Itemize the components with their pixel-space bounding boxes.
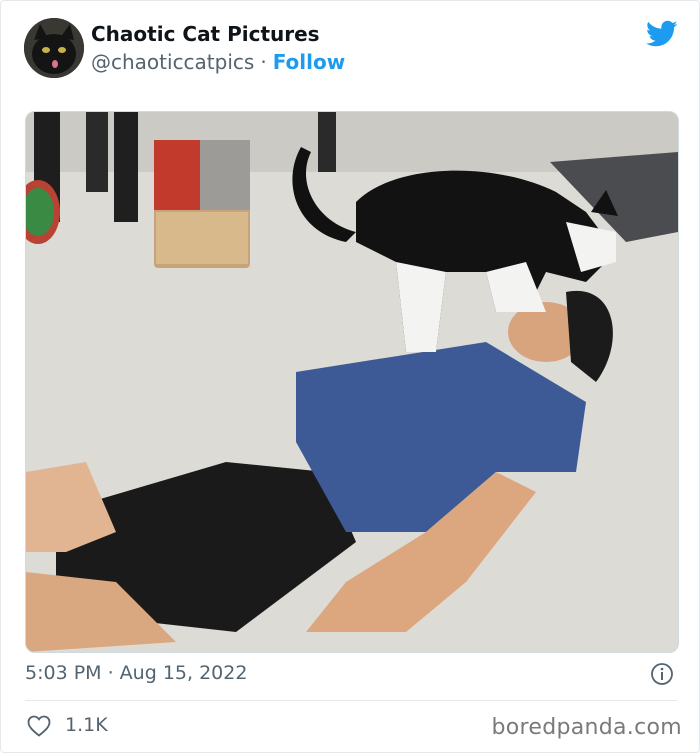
separator-dot: · bbox=[260, 50, 267, 74]
display-name[interactable]: Chaotic Cat Pictures bbox=[91, 22, 320, 46]
heart-icon[interactable] bbox=[27, 715, 51, 737]
handle[interactable]: @chaoticcatpics bbox=[91, 50, 254, 74]
info-icon[interactable] bbox=[650, 662, 674, 686]
follow-button[interactable]: Follow bbox=[273, 50, 346, 74]
avatar[interactable] bbox=[24, 18, 84, 78]
divider bbox=[25, 700, 677, 701]
cat-avatar-image bbox=[24, 18, 84, 78]
source-watermark: boredpanda.com bbox=[491, 715, 682, 740]
tweet-timestamp[interactable]: 5:03 PM · Aug 15, 2022 bbox=[25, 662, 247, 684]
tweet-card: Chaotic Cat Pictures @chaoticcatpics · Fol… bbox=[0, 0, 700, 753]
tweet-photo[interactable] bbox=[25, 111, 679, 653]
like-count[interactable]: 1.1K bbox=[65, 714, 108, 736]
handle-row: @chaoticcatpics · Follow bbox=[91, 50, 345, 74]
cat-standing-on-man-photo bbox=[26, 112, 678, 652]
twitter-bird-icon[interactable] bbox=[646, 20, 678, 48]
